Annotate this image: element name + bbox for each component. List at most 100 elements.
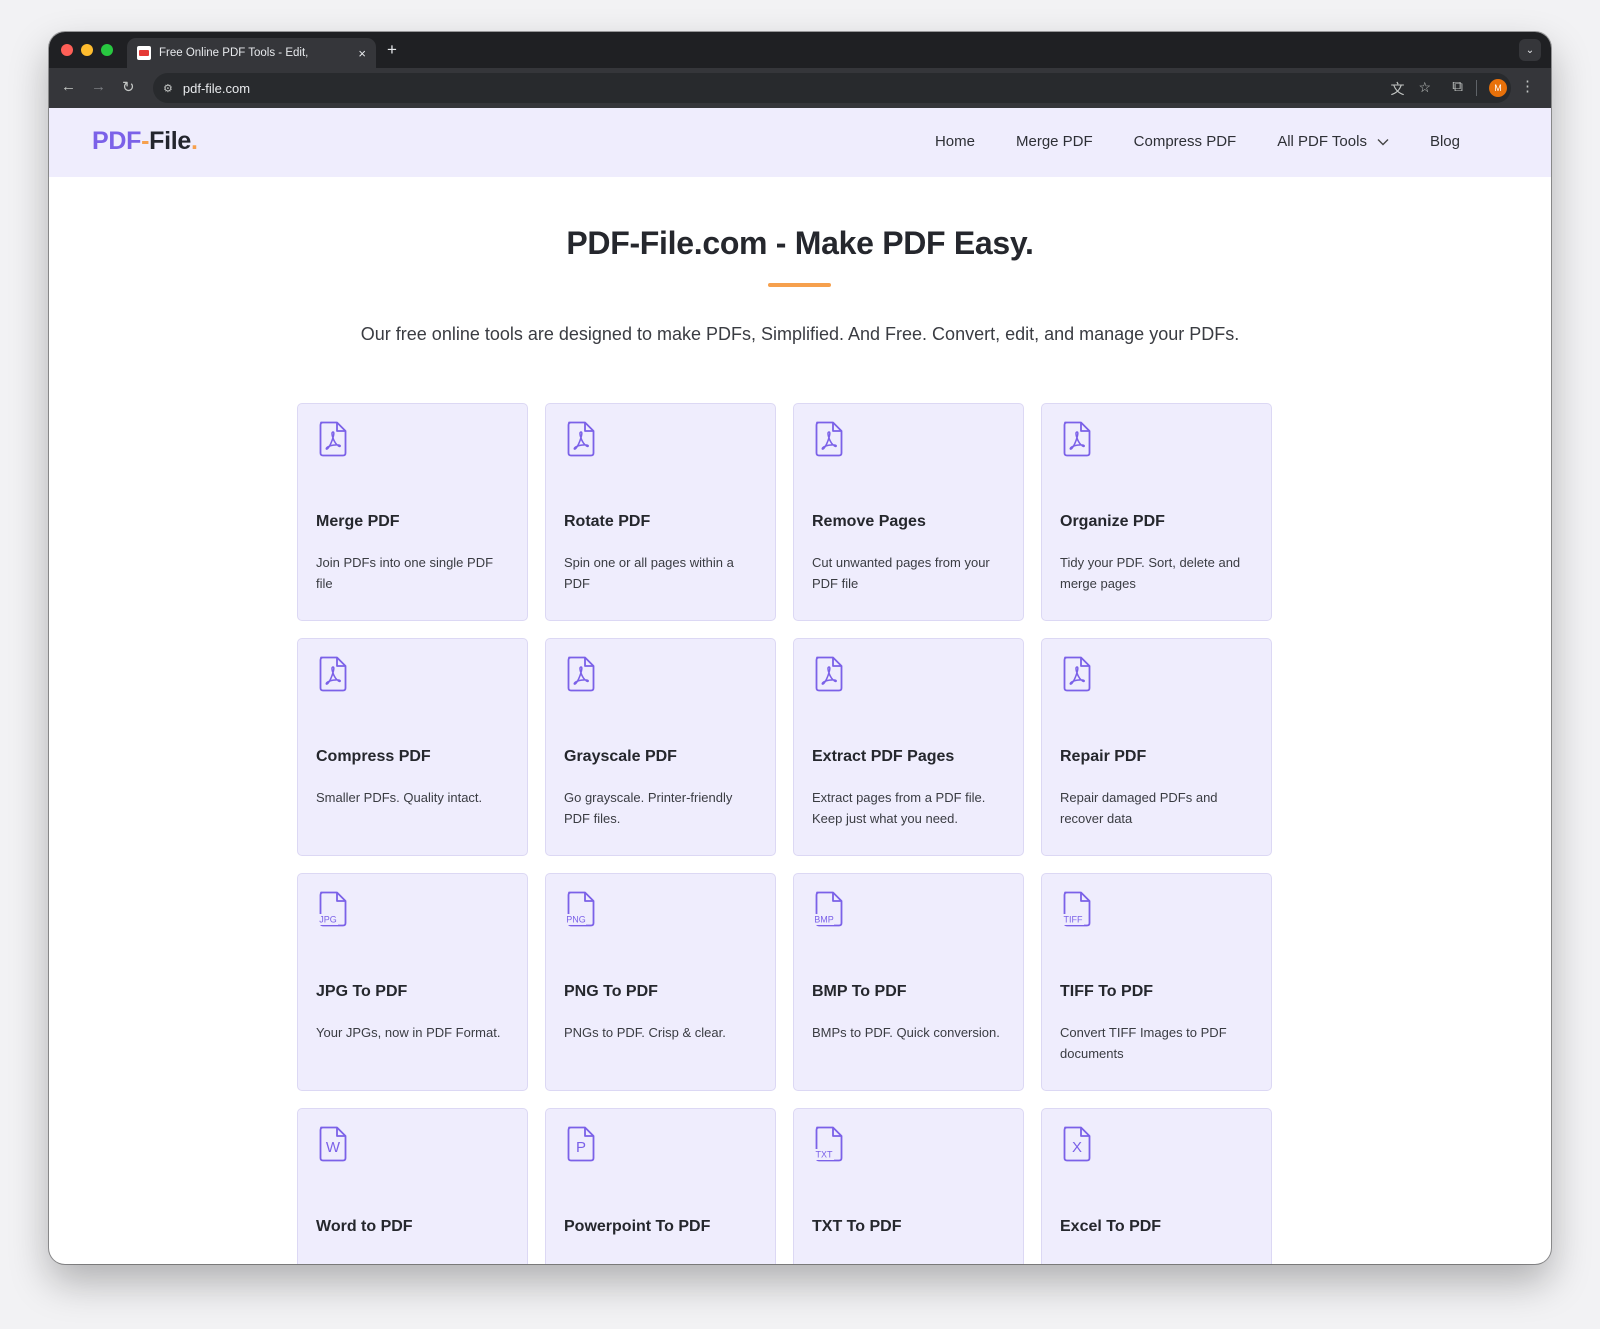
main-navigation: Home Merge PDF Compress PDF All PDF Tool… xyxy=(894,133,1460,150)
tool-card-description: Smaller PDFs. Quality intact. xyxy=(316,790,483,805)
svg-text:JPG: JPG xyxy=(319,915,337,925)
pdf-file-icon xyxy=(319,421,347,457)
tool-card-description: Tidy your PDF. Sort, delete and merge pa… xyxy=(1060,555,1241,591)
svg-text:P: P xyxy=(576,1139,586,1156)
site-settings-icon[interactable]: ⚙ xyxy=(163,82,173,95)
maximize-window-button[interactable] xyxy=(101,44,113,56)
pdf-file-icon xyxy=(815,421,843,457)
tool-card-powerpoint-to-pdf[interactable]: P Powerpoint To PDF xyxy=(545,1108,776,1264)
browser-toolbar: ← → ↻ ⚙ pdf-file.com 文 ☆ ⧉ M ⋮ xyxy=(49,68,1551,108)
nav-all-pdf-tools-label: All PDF Tools xyxy=(1277,133,1367,150)
tool-card-title: Extract PDF Pages xyxy=(812,748,955,765)
site-header: PDF-File. Home Merge PDF Compress PDF Al… xyxy=(49,108,1551,177)
tool-card-rotate-pdf[interactable]: Rotate PDF Spin one or all pages within … xyxy=(545,403,776,621)
tool-card-txt-to-pdf[interactable]: TXT TXT To PDF xyxy=(793,1108,1024,1264)
tool-card-title: Remove Pages xyxy=(812,513,926,530)
tool-card-title: Merge PDF xyxy=(316,513,400,530)
tool-card-grayscale-pdf[interactable]: Grayscale PDF Go grayscale. Printer-frie… xyxy=(545,638,776,856)
tool-card-title: Grayscale PDF xyxy=(564,748,677,765)
word-file-icon: W xyxy=(319,1126,347,1162)
excel-file-icon: X xyxy=(1063,1126,1091,1162)
toolbar-divider xyxy=(1476,80,1477,96)
tool-card-description: Convert TIFF Images to PDF documents xyxy=(1060,1025,1227,1061)
tool-card-description: BMPs to PDF. Quick conversion. xyxy=(812,1025,1000,1040)
svg-text:TIFF: TIFF xyxy=(1064,915,1083,925)
kebab-menu-icon[interactable]: ⋮ xyxy=(1520,77,1535,95)
profile-avatar[interactable]: M xyxy=(1489,79,1507,97)
nav-home[interactable]: Home xyxy=(935,133,975,150)
tool-card-title: PNG To PDF xyxy=(564,983,658,1000)
tool-card-jpg-to-pdf[interactable]: JPG JPG To PDF Your JPGs, now in PDF For… xyxy=(297,873,528,1091)
svg-text:W: W xyxy=(326,1139,341,1156)
tool-card-word-to-pdf[interactable]: W Word to PDF xyxy=(297,1108,528,1264)
tool-card-title: TXT To PDF xyxy=(812,1218,902,1235)
nav-merge-pdf[interactable]: Merge PDF xyxy=(1016,133,1093,150)
svg-text:BMP: BMP xyxy=(814,915,834,925)
nav-compress-pdf[interactable]: Compress PDF xyxy=(1134,133,1237,150)
minimize-window-button[interactable] xyxy=(81,44,93,56)
tab-title: Free Online PDF Tools - Edit, xyxy=(159,47,309,59)
forward-arrow-icon[interactable]: → xyxy=(91,78,106,95)
tool-card-title: Rotate PDF xyxy=(564,513,651,530)
pdf-file-icon xyxy=(567,656,595,692)
tool-card-title: Powerpoint To PDF xyxy=(564,1218,711,1235)
tool-card-tiff-to-pdf[interactable]: TIFF TIFF To PDF Convert TIFF Images to … xyxy=(1041,873,1272,1091)
tool-card-title: Compress PDF xyxy=(316,748,431,765)
svg-text:PNG: PNG xyxy=(566,915,586,925)
extensions-puzzle-icon[interactable]: ⧉ xyxy=(1452,78,1463,95)
translate-icon[interactable]: 文 xyxy=(1390,79,1404,99)
tool-card-bmp-to-pdf[interactable]: BMP BMP To PDF BMPs to PDF. Quick conver… xyxy=(793,873,1024,1091)
png-file-icon: PNG xyxy=(566,891,595,927)
active-tab[interactable]: Free Online PDF Tools - Edit, × xyxy=(127,38,376,68)
nav-blog[interactable]: Blog xyxy=(1430,133,1460,150)
tab-search-chevron-icon[interactable]: ⌄ xyxy=(1519,39,1541,61)
pdf-file-icon xyxy=(319,656,347,692)
tab-strip: Free Online PDF Tools - Edit, × + ⌄ xyxy=(49,32,1551,68)
url-text[interactable]: pdf-file.com xyxy=(183,81,250,96)
tool-card-excel-to-pdf[interactable]: X Excel To PDF xyxy=(1041,1108,1272,1264)
tool-card-description: Spin one or all pages within a PDF xyxy=(564,555,734,591)
tool-card-description: Extract pages from a PDF file. Keep just… xyxy=(812,790,986,826)
tool-card-merge-pdf[interactable]: Merge PDF Join PDFs into one single PDF … xyxy=(297,403,528,621)
nav-all-pdf-tools[interactable]: All PDF Tools xyxy=(1277,133,1389,150)
tool-card-title: JPG To PDF xyxy=(316,983,408,1000)
svg-text:X: X xyxy=(1072,1139,1082,1156)
back-arrow-icon[interactable]: ← xyxy=(61,78,76,95)
tool-card-title: Repair PDF xyxy=(1060,748,1147,765)
tool-card-description: Cut unwanted pages from your PDF file xyxy=(812,555,990,591)
tool-card-title: BMP To PDF xyxy=(812,983,907,1000)
svg-text:TXT: TXT xyxy=(816,1150,834,1160)
tool-card-organize-pdf[interactable]: Organize PDF Tidy your PDF. Sort, delete… xyxy=(1041,403,1272,621)
pdf-file-icon xyxy=(1063,656,1091,692)
reload-icon[interactable]: ↻ xyxy=(122,78,135,96)
tool-card-description: Join PDFs into one single PDF file xyxy=(316,555,494,591)
tool-card-png-to-pdf[interactable]: PNG PNG To PDF PNGs to PDF. Crisp & clea… xyxy=(545,873,776,1091)
tiff-file-icon: TIFF xyxy=(1062,891,1091,927)
chevron-down-icon xyxy=(1377,138,1389,145)
bookmark-star-icon[interactable]: ☆ xyxy=(1418,79,1431,99)
tool-card-extract-pdf-pages[interactable]: Extract PDF Pages Extract pages from a P… xyxy=(793,638,1024,856)
address-bar[interactable]: ⚙ pdf-file.com 文 ☆ xyxy=(153,73,1511,103)
pdf-file-icon xyxy=(1063,421,1091,457)
tool-card-compress-pdf[interactable]: Compress PDF Smaller PDFs. Quality intac… xyxy=(297,638,528,856)
jpg-file-icon: JPG xyxy=(318,891,347,927)
tool-card-title: Word to PDF xyxy=(316,1218,413,1235)
close-tab-icon[interactable]: × xyxy=(358,46,366,61)
pdf-file-icon xyxy=(815,656,843,692)
tool-card-repair-pdf[interactable]: Repair PDF Repair damaged PDFs and recov… xyxy=(1041,638,1272,856)
tool-card-title: TIFF To PDF xyxy=(1060,983,1154,1000)
tool-card-description: Repair damaged PDFs and recover data xyxy=(1060,790,1218,826)
txt-file-icon: TXT xyxy=(814,1126,843,1162)
bmp-file-icon: BMP xyxy=(814,891,843,927)
close-window-button[interactable] xyxy=(61,44,73,56)
tool-card-title: Excel To PDF xyxy=(1060,1218,1162,1235)
tool-card-description: Go grayscale. Printer-friendly PDF files… xyxy=(564,790,733,826)
tool-card-description: Your JPGs, now in PDF Format. xyxy=(316,1025,501,1040)
tool-card-description: PNGs to PDF. Crisp & clear. xyxy=(564,1025,726,1040)
new-tab-button[interactable]: + xyxy=(387,41,397,58)
pdf-file-icon xyxy=(567,421,595,457)
tool-card-remove-pages[interactable]: Remove Pages Cut unwanted pages from you… xyxy=(793,403,1024,621)
window-controls xyxy=(61,44,113,56)
pdf-favicon-icon xyxy=(137,46,151,60)
site-logo[interactable]: PDF-File. xyxy=(92,127,198,156)
